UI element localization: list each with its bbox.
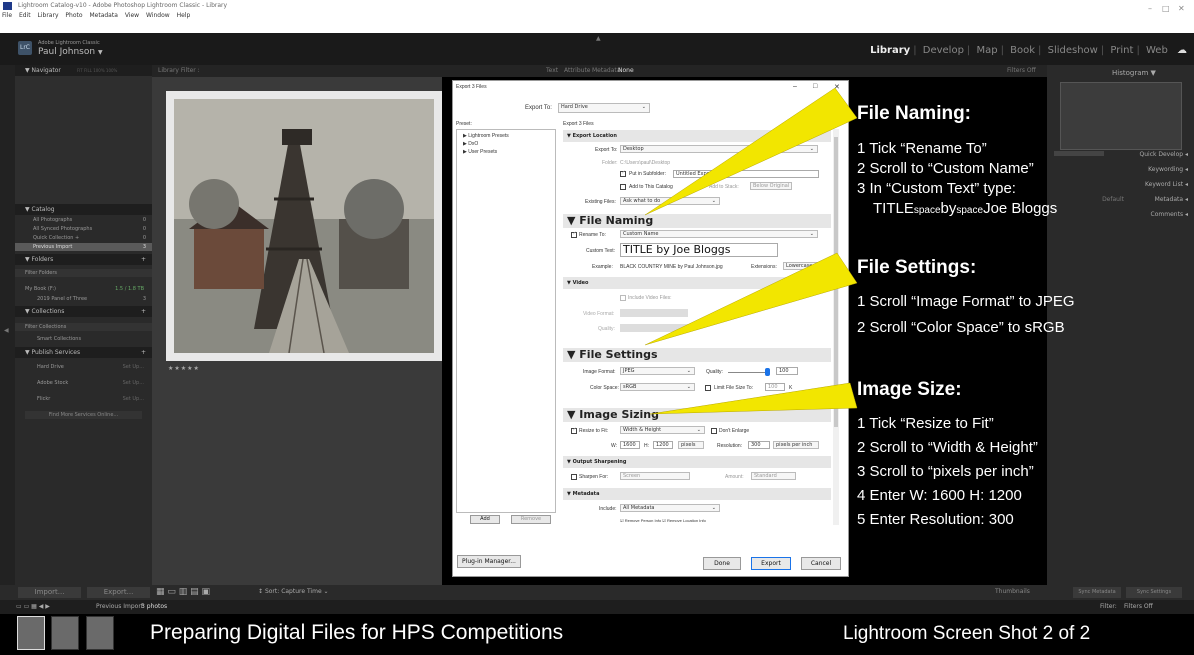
filmstrip-count[interactable]: 3 photos: [141, 603, 167, 610]
filmstrip-filter-label: Filter:: [1100, 603, 1117, 610]
sort-control[interactable]: ↕ Sort: Capture Time ⌄: [258, 588, 329, 595]
filmstrip-source[interactable]: Previous Import: [96, 603, 143, 610]
import-button[interactable]: Import...: [18, 587, 81, 598]
thumbnails-label: Thumbnails: [995, 588, 1030, 595]
callout-pointers: [644, 87, 858, 415]
filmstrip-thumb[interactable]: [86, 616, 114, 650]
export-toolbar-button[interactable]: Export...: [87, 587, 150, 598]
sync-metadata-button[interactable]: Sync Metadata: [1073, 587, 1121, 598]
sync-settings-button[interactable]: Sync Settings: [1126, 587, 1182, 598]
filmstrip-header: ▭ ▭ ▦ ◀ ▶ Previous Import 3 photos Filte…: [0, 600, 1194, 614]
filmstrip-nav-icons[interactable]: ▭ ▭ ▦ ◀ ▶: [16, 603, 50, 610]
filmstrip-thumb[interactable]: [51, 616, 79, 650]
callout-arrow-image-size: [649, 382, 858, 415]
footer-caption-left: Preparing Digital Files for HPS Competit…: [150, 621, 564, 644]
callout-arrow-file-naming: [644, 87, 858, 216]
view-mode-icons[interactable]: ▦ ▭ ▥ ▤ ▣: [156, 587, 210, 597]
bottom-toolbar: Import... Export... ▦ ▭ ▥ ▤ ▣ ↕ Sort: Ca…: [0, 585, 1194, 600]
footer-caption-right: Lightroom Screen Shot 2 of 2: [843, 623, 1091, 644]
filmstrip-thumb[interactable]: [17, 616, 45, 650]
callout-arrow-file-settings: [644, 252, 858, 346]
filmstrip-filter-value[interactable]: Filters Off: [1124, 603, 1153, 610]
